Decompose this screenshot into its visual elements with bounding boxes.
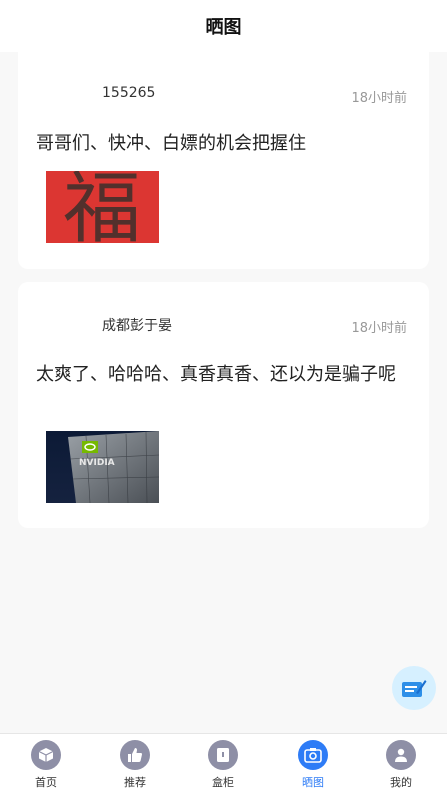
post-time: 18小时前 <box>351 321 407 336</box>
post-username[interactable]: 155265 <box>102 85 155 101</box>
tab-mine[interactable]: 我的 <box>371 740 431 790</box>
post-card[interactable]: 155265 18小时前 哥哥们、快冲、白嫖的机会把握住 福 <box>18 52 429 269</box>
camera-icon <box>298 740 328 770</box>
post-card[interactable]: 成都彭于晏 18小时前 太爽了、哈哈哈、真香真香、还以为是骗子呢 NVIDIA <box>18 282 429 528</box>
page-title: 晒图 <box>205 17 242 38</box>
compose-icon <box>402 680 427 697</box>
thumbs-up-icon <box>120 740 150 770</box>
fu-character-red-image[interactable]: 福 <box>46 171 159 243</box>
bottom-tab-bar: 首页 推荐 盒柜 晒图 我的 <box>0 733 447 792</box>
tab-label: 盒柜 <box>212 776 234 789</box>
post-content: 哥哥们、快冲、白嫖的机会把握住 <box>36 133 306 154</box>
tab-home[interactable]: 首页 <box>16 740 76 790</box>
user-icon <box>386 740 416 770</box>
tab-cabinet[interactable]: 盒柜 <box>193 740 253 790</box>
post-username[interactable]: 成都彭于晏 <box>102 315 172 335</box>
cabinet-icon <box>208 740 238 770</box>
tab-label: 晒图 <box>302 776 324 789</box>
tab-label: 我的 <box>390 776 412 789</box>
svg-text:福: 福 <box>63 171 141 243</box>
home-cube-icon <box>31 740 61 770</box>
svg-text:NVIDIA: NVIDIA <box>79 458 115 468</box>
post-time: 18小时前 <box>351 91 407 106</box>
nvidia-building-image[interactable]: NVIDIA <box>46 431 159 503</box>
tab-show-photos[interactable]: 晒图 <box>283 740 343 790</box>
page-header: 晒图 <box>0 0 447 52</box>
tab-label: 推荐 <box>124 776 146 789</box>
tab-label: 首页 <box>35 776 57 789</box>
compose-post-button[interactable] <box>392 666 436 710</box>
post-content: 太爽了、哈哈哈、真香真香、还以为是骗子呢 <box>36 364 396 385</box>
tab-recommend[interactable]: 推荐 <box>105 740 165 790</box>
